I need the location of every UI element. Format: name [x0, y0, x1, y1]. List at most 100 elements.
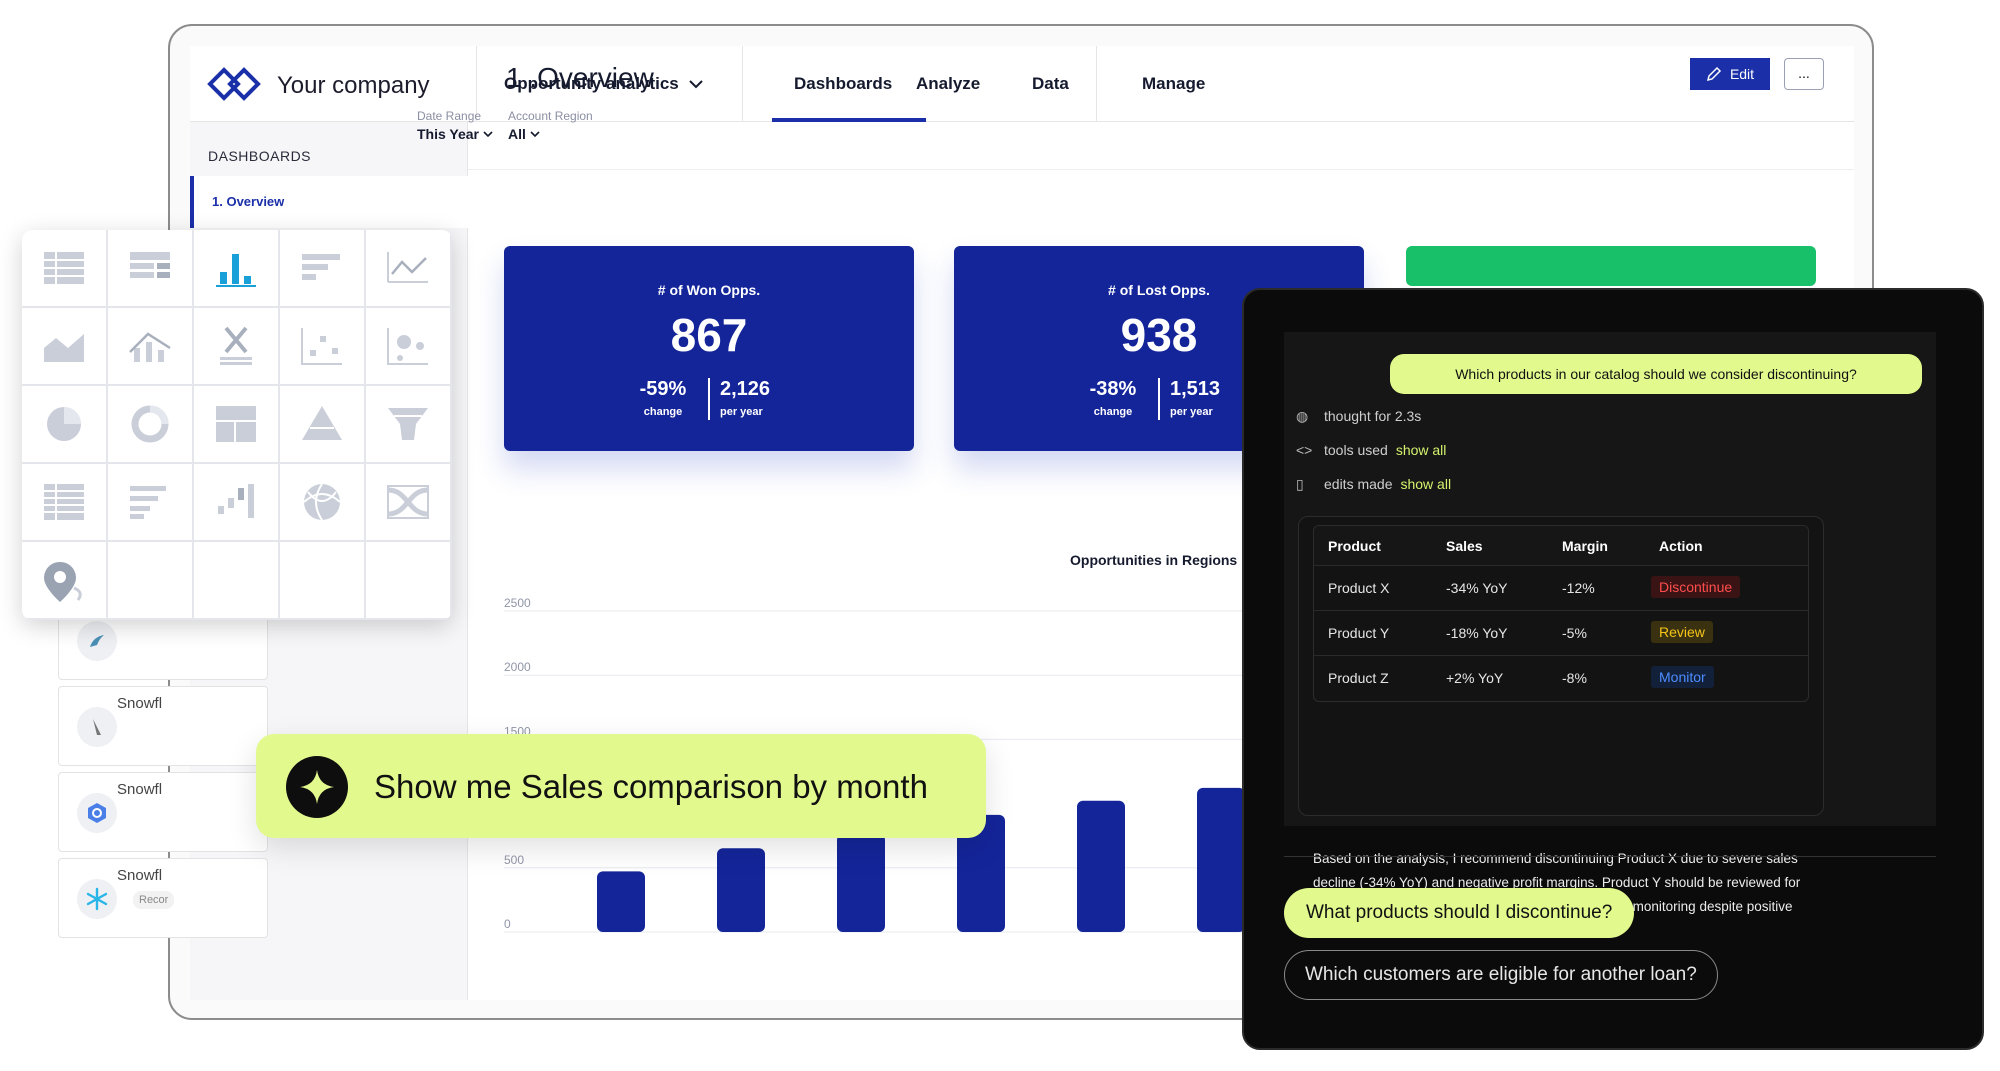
line-chart-icon: [387, 252, 428, 283]
ai-conversation: Which products in our catalog should we …: [1284, 332, 1936, 938]
chart-type-option[interactable]: [366, 464, 452, 542]
chart-type-option[interactable]: [280, 464, 366, 542]
kpi-per-year: 1,513: [1170, 378, 1221, 400]
suggestion-chip[interactable]: What products should I discontinue?: [1284, 888, 1635, 938]
edits-label: edits made: [1324, 476, 1393, 492]
line-bar-combo-icon: [129, 332, 171, 362]
chart-type-option[interactable]: [366, 230, 452, 308]
more-options-button[interactable]: ...: [1784, 58, 1824, 90]
edit-button[interactable]: Edit: [1690, 58, 1770, 90]
kpi-card-won-opps[interactable]: # of Won Opps. 867 -59% change 2,126 per…: [504, 246, 914, 451]
bar-chart-icon: [216, 254, 256, 287]
margin-cell: -5%: [1562, 625, 1587, 641]
empty-palette-cell: [280, 542, 366, 620]
tab-dashboards[interactable]: Dashboards: [794, 74, 892, 94]
chart-type-option[interactable]: [22, 230, 108, 308]
kpi-divider: [708, 378, 710, 420]
code-icon: <>: [1296, 442, 1313, 458]
edit-button-label: Edit: [1729, 66, 1755, 82]
chart-type-option[interactable]: [108, 386, 194, 464]
kpi-card-green[interactable]: [1406, 246, 1816, 286]
chart-type-option[interactable]: [194, 230, 280, 308]
document-icon: ▯: [1296, 476, 1304, 492]
sidebar-item-label: 1. Overview: [212, 194, 285, 209]
table-row: Product X -34% YoY -12% Discontinue: [1314, 566, 1808, 611]
waterfall-icon: [218, 484, 254, 518]
tab-analyze[interactable]: Analyze: [916, 74, 980, 94]
data-source-card[interactable]: Snowfl: [58, 772, 268, 852]
kpi-title: # of Won Opps.: [657, 282, 761, 298]
action-badge-discontinue: Discontinue: [1651, 576, 1741, 598]
prompt-suggestion[interactable]: Show me Sales comparison by month: [256, 734, 986, 838]
column-header: Action: [1659, 538, 1703, 554]
sankey-icon: [387, 485, 429, 519]
sidebar-heading: DASHBOARDS: [208, 148, 312, 164]
date-range-select[interactable]: This Year: [417, 126, 493, 142]
chart-type-option[interactable]: [22, 464, 108, 542]
chart-type-option[interactable]: [22, 542, 108, 620]
bird-icon: [77, 621, 117, 661]
kpi-x-icon: [220, 326, 252, 365]
kpi-per-year-label: per year: [1170, 406, 1213, 418]
column-header: Sales: [1446, 538, 1483, 554]
table-row: Product Z +2% YoY -8% Monitor: [1314, 656, 1808, 701]
date-range-value: This Year: [417, 126, 480, 142]
chart-type-option[interactable]: [194, 386, 280, 464]
empty-palette-cell: [366, 542, 452, 620]
gantt-icon: [130, 486, 166, 519]
tab-data[interactable]: Data: [1032, 74, 1069, 94]
company-name[interactable]: Your company: [277, 72, 430, 100]
action-badge-review: Review: [1651, 621, 1713, 643]
chart-type-option[interactable]: [108, 230, 194, 308]
sparkle-icon: [286, 756, 348, 818]
chart-type-option[interactable]: [22, 308, 108, 386]
divider: [468, 169, 1854, 170]
kpi-value: 867: [670, 309, 748, 361]
donut-chart-icon: [131, 405, 169, 443]
data-source-card[interactable]: Snowfl Recor: [58, 858, 268, 938]
data-source-name: Snowfl: [117, 867, 163, 884]
chart-type-option[interactable]: [22, 386, 108, 464]
margin-cell: -8%: [1562, 670, 1587, 686]
nav-divider: [742, 46, 743, 122]
kpi-change: -59%: [639, 378, 687, 400]
sales-cell: -18% YoY: [1446, 625, 1508, 641]
ai-chat-panel: Which products in our catalog should we …: [1242, 288, 1984, 1050]
data-source-name: Snowfl: [117, 695, 163, 712]
margin-cell: -12%: [1562, 580, 1595, 596]
active-tab-indicator: [772, 118, 926, 122]
treemap-icon: [216, 406, 256, 442]
kpi-per-year: 2,126: [720, 378, 771, 400]
chart-type-option[interactable]: [108, 464, 194, 542]
brain-icon: ◍: [1296, 408, 1309, 424]
data-source-card[interactable]: Snowfl: [58, 686, 268, 766]
chart-type-option[interactable]: [194, 308, 280, 386]
chart-type-palette: [22, 230, 452, 620]
data-source-tag: Recor: [133, 891, 175, 909]
sales-cell: +2% YoY: [1446, 670, 1504, 686]
suggestion-chip[interactable]: Which customers are eligible for another…: [1284, 950, 1718, 1000]
google-icon: [77, 793, 117, 833]
product-table: Product Sales Margin Action Product X -3…: [1313, 525, 1809, 702]
table-row: Product Y -18% YoY -5% Review: [1314, 611, 1808, 656]
chart-type-option[interactable]: [366, 308, 452, 386]
sales-cell: -34% YoY: [1446, 580, 1508, 596]
edits-show-all-link[interactable]: show all: [1400, 476, 1451, 492]
chart-type-option[interactable]: [194, 464, 280, 542]
column-header: Margin: [1562, 538, 1608, 554]
pencil-icon: [1706, 66, 1721, 82]
kpi-change-label: change: [1093, 406, 1133, 418]
chart-type-option[interactable]: [280, 308, 366, 386]
tools-show-all-link[interactable]: show all: [1396, 442, 1447, 458]
chart-type-option[interactable]: [280, 230, 366, 308]
chart-type-option[interactable]: [366, 386, 452, 464]
sidebar-item-overview[interactable]: 1. Overview: [190, 176, 468, 228]
chart-type-option[interactable]: [108, 308, 194, 386]
empty-palette-cell: [194, 542, 280, 620]
chart-title: Opportunities in Regions: [1070, 552, 1238, 568]
company-logo-icon: [207, 67, 261, 101]
chart-type-option[interactable]: [280, 386, 366, 464]
account-region-select[interactable]: All: [508, 126, 540, 142]
kpi-divider: [1158, 378, 1160, 420]
tab-manage[interactable]: Manage: [1142, 74, 1205, 94]
